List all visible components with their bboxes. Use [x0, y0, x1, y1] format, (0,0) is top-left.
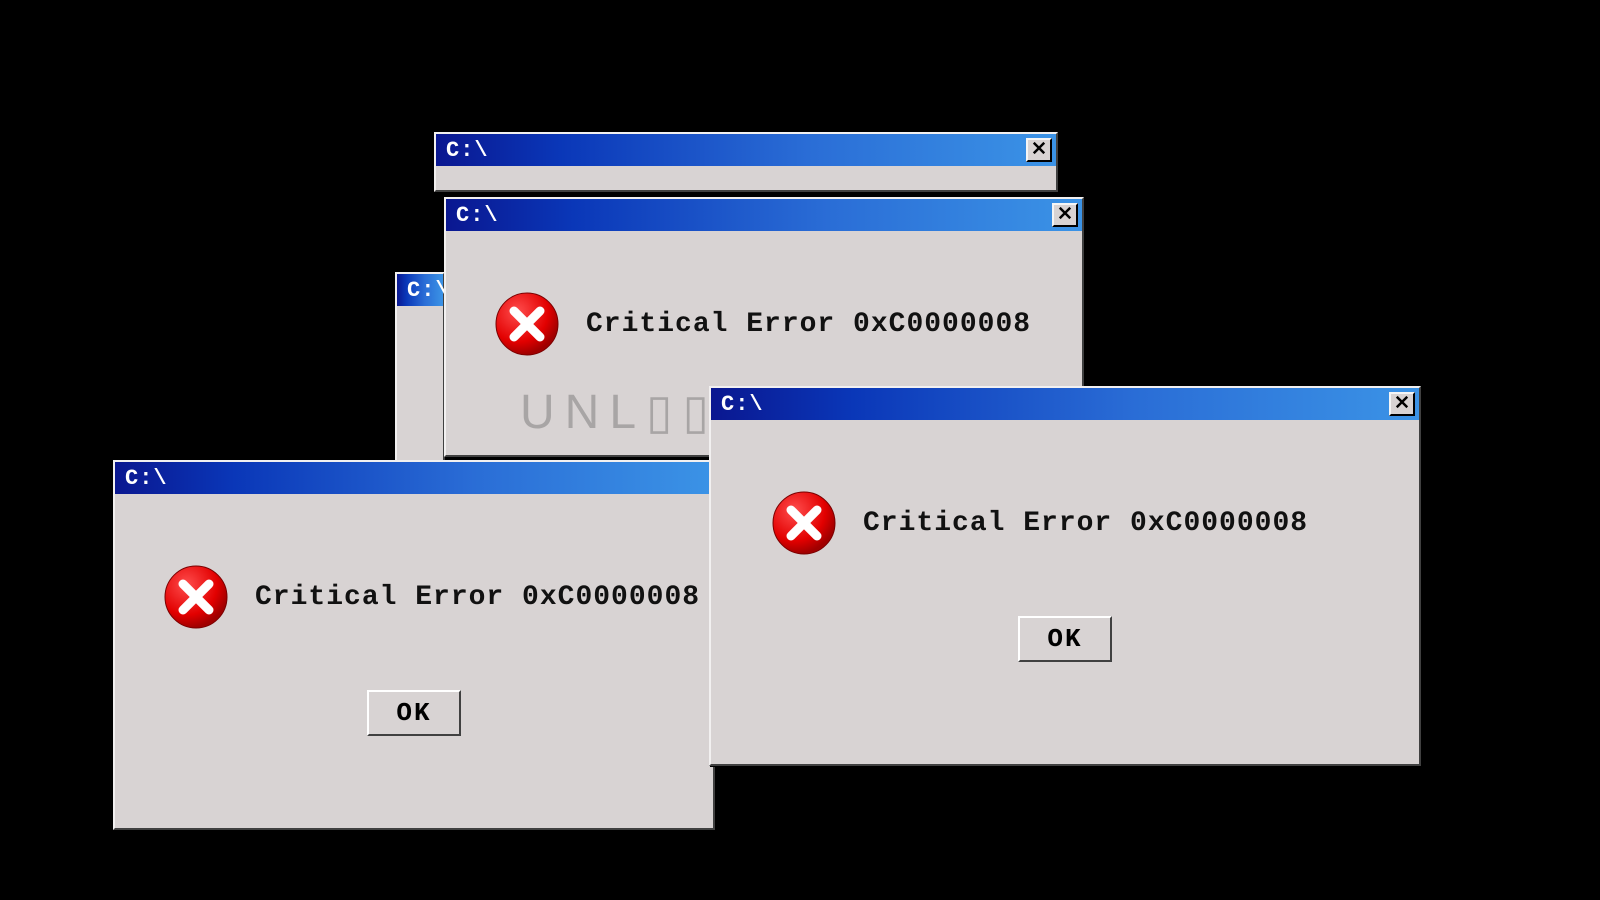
close-button[interactable] [1052, 203, 1078, 227]
error-dialog: C:\ Critical Error 0xC0000008 OK [113, 460, 715, 830]
titlebar[interactable]: C:\ [397, 274, 443, 306]
error-dialog: C:\ Critical Error 0xC0000008 [709, 386, 1421, 766]
window-title: C:\ [446, 138, 489, 163]
ok-button[interactable]: OK [1018, 616, 1112, 662]
error-message: Critical Error 0xC0000008 [863, 508, 1308, 539]
window-title: C:\ [721, 392, 764, 417]
dialog-body: Critical Error 0xC0000008 [446, 231, 1082, 377]
error-message: Critical Error 0xC0000008 [586, 309, 1031, 340]
error-icon [494, 291, 560, 357]
titlebar[interactable]: C:\ [436, 134, 1056, 166]
titlebar[interactable]: C:\ [115, 462, 713, 494]
error-icon [163, 564, 229, 630]
window-title: C:\ [456, 203, 499, 228]
close-icon [1032, 141, 1046, 160]
titlebar[interactable]: C:\ [711, 388, 1419, 420]
close-icon [1058, 206, 1072, 225]
window-title: C:\ [125, 466, 168, 491]
error-dialog: C:\ [395, 272, 445, 462]
close-button[interactable] [1026, 138, 1052, 162]
error-icon [771, 490, 837, 556]
close-icon [1395, 395, 1409, 414]
dialog-body: Critical Error 0xC0000008 [115, 494, 713, 650]
error-dialog: C:\ [434, 132, 1058, 192]
button-row: OK [711, 576, 1419, 692]
titlebar[interactable]: C:\ [446, 199, 1082, 231]
ok-button[interactable]: OK [367, 690, 461, 736]
dialog-body: Critical Error 0xC0000008 [711, 420, 1419, 576]
close-button[interactable] [1389, 392, 1415, 416]
button-row: OK [115, 650, 713, 766]
error-message: Critical Error 0xC0000008 [255, 582, 700, 613]
